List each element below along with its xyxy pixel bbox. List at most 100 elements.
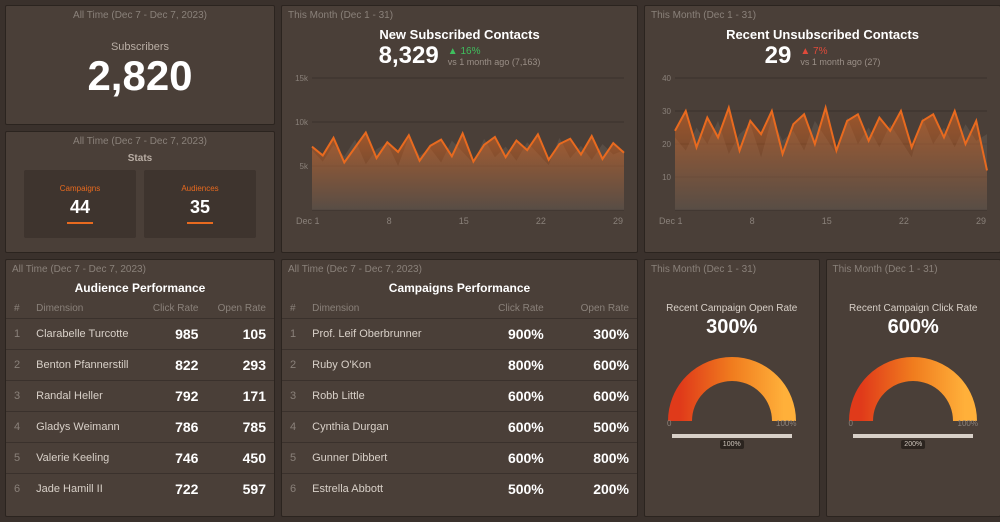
table-row[interactable]: 3 Robb Little 600% 600% [282, 381, 637, 412]
delta-pct: 7% [813, 46, 827, 57]
chart-big-value: 8,329 [379, 42, 439, 70]
chart-big-value: 29 [765, 42, 792, 70]
chart-title: New Subscribed Contacts [282, 27, 637, 42]
cell-index: 3 [282, 381, 304, 412]
x-tick: 8 [387, 216, 392, 226]
cell-open-rate: 200% [552, 474, 637, 505]
stat-campaigns[interactable]: Campaigns 44 [24, 170, 136, 238]
cell-dimension: Gunner Dibbert [304, 443, 470, 474]
table-row[interactable]: 2 Ruby O'Kon 800% 600% [282, 350, 637, 381]
cell-open-rate: 800% [552, 443, 637, 474]
audience-table: # Dimension Click Rate Open Rate 1 Clara… [6, 299, 274, 504]
cell-open-rate: 600% [552, 350, 637, 381]
table-body: 1 Prof. Leif Oberbrunner 900% 300% 2 Rub… [282, 319, 637, 505]
chart-title: Recent Unsubscribed Contacts [645, 27, 1000, 42]
gauge-title: Recent Campaign Open Rate [645, 303, 819, 314]
cell-open-rate: 600% [552, 381, 637, 412]
range-label: All Time (Dec 7 - Dec 7, 2023) [6, 132, 274, 151]
gauge-chart[interactable] [662, 347, 802, 425]
range-label: This Month (Dec 1 - 31) [645, 6, 1000, 25]
col-dimension[interactable]: Dimension [28, 299, 142, 319]
cell-open-rate: 450 [206, 443, 274, 474]
cell-click-rate: 600% [470, 443, 552, 474]
delta-block: ▲ 7% vs 1 month ago (27) [800, 46, 880, 67]
subscribers-card: All Time (Dec 7 - Dec 7, 2023) Subscribe… [5, 5, 275, 125]
audience-table-card: All Time (Dec 7 - Dec 7, 2023) Audience … [5, 259, 275, 517]
x-tick: Dec 1 [659, 216, 683, 226]
range-label: This Month (Dec 1 - 31) [827, 260, 1000, 279]
gauge-bar-fill [853, 434, 973, 438]
cell-open-rate: 300% [552, 319, 637, 350]
table-row[interactable]: 3 Randal Heller 792 171 [6, 381, 274, 412]
x-tick: 29 [613, 216, 623, 226]
col-dimension[interactable]: Dimension [304, 299, 470, 319]
table-row[interactable]: 6 Estrella Abbott 500% 200% [282, 474, 637, 505]
gauge-title: Recent Campaign Click Rate [827, 303, 1000, 314]
accent-bar [187, 222, 213, 224]
open-rate-gauge-card: This Month (Dec 1 - 31) Recent Campaign … [644, 259, 820, 517]
gauge-scale: 0 100% [827, 419, 1000, 428]
cell-index: 6 [6, 474, 28, 505]
stats-title: Stats [6, 153, 274, 164]
accent-bar [67, 222, 93, 224]
delta-sub: vs 1 month ago (27) [800, 57, 880, 67]
x-axis-ticks: Dec 18152229 [645, 214, 1000, 230]
x-tick: 29 [976, 216, 986, 226]
stat-audiences[interactable]: Audiences 35 [144, 170, 256, 238]
table-row[interactable]: 1 Clarabelle Turcotte 985 105 [6, 319, 274, 350]
x-tick: 22 [536, 216, 546, 226]
col-index[interactable]: # [282, 299, 304, 319]
cell-dimension: Clarabelle Turcotte [28, 319, 142, 350]
table-row[interactable]: 1 Prof. Leif Oberbrunner 900% 300% [282, 319, 637, 350]
cell-index: 1 [6, 319, 28, 350]
gauge-max: 100% [776, 419, 796, 428]
cell-index: 4 [6, 412, 28, 443]
cell-click-rate: 985 [142, 319, 207, 350]
x-tick: 8 [750, 216, 755, 226]
stat-label: Audiences [181, 184, 218, 193]
table-title: Campaigns Performance [282, 281, 637, 295]
cell-index: 5 [6, 443, 28, 474]
gauge-secondary-bar: 200% [853, 434, 973, 438]
col-index[interactable]: # [6, 299, 28, 319]
gauge-chart[interactable] [843, 347, 983, 425]
area-chart[interactable]: 5k10k15k [290, 74, 630, 214]
gauge-min: 0 [667, 419, 671, 428]
gauge-value: 600% [827, 316, 1000, 339]
cell-dimension: Jade Hamill II [28, 474, 142, 505]
area-chart[interactable]: 10203040 [653, 74, 993, 214]
cell-click-rate: 500% [470, 474, 552, 505]
col-click-rate[interactable]: Click Rate [470, 299, 552, 319]
cell-dimension: Valerie Keeling [28, 443, 142, 474]
campaigns-table: # Dimension Click Rate Open Rate 1 Prof.… [282, 299, 637, 504]
stat-value: 44 [70, 197, 90, 218]
gauge-max: 100% [958, 419, 978, 428]
table-row[interactable]: 5 Gunner Dibbert 600% 800% [282, 443, 637, 474]
cell-click-rate: 786 [142, 412, 207, 443]
gauge-scale: 0 100% [645, 419, 819, 428]
unsubscribed-card: This Month (Dec 1 - 31) Recent Unsubscri… [644, 5, 1000, 253]
trend-down-icon: ▲ 7% [800, 46, 827, 57]
gauge-row: This Month (Dec 1 - 31) Recent Campaign … [644, 259, 1000, 517]
new-subscribed-card: This Month (Dec 1 - 31) New Subscribed C… [281, 5, 638, 253]
table-row[interactable]: 2 Benton Pfannerstill 822 293 [6, 350, 274, 381]
table-row[interactable]: 5 Valerie Keeling 746 450 [6, 443, 274, 474]
table-row[interactable]: 4 Gladys Weimann 786 785 [6, 412, 274, 443]
col-open-rate[interactable]: Open Rate [206, 299, 274, 319]
cell-open-rate: 597 [206, 474, 274, 505]
table-row[interactable]: 4 Cynthia Durgan 600% 500% [282, 412, 637, 443]
cell-click-rate: 822 [142, 350, 207, 381]
gauge-bar-label: 200% [901, 440, 925, 449]
trend-up-icon: ▲ 16% [448, 46, 481, 57]
cell-dimension: Benton Pfannerstill [28, 350, 142, 381]
delta-sub: vs 1 month ago (7,163) [448, 57, 541, 67]
col-click-rate[interactable]: Click Rate [142, 299, 207, 319]
cell-index: 3 [6, 381, 28, 412]
table-row[interactable]: 6 Jade Hamill II 722 597 [6, 474, 274, 505]
svg-text:10: 10 [662, 173, 671, 182]
cell-dimension: Prof. Leif Oberbrunner [304, 319, 470, 350]
cell-open-rate: 105 [206, 319, 274, 350]
subscribers-value: 2,820 [6, 53, 274, 99]
col-open-rate[interactable]: Open Rate [552, 299, 637, 319]
svg-text:10k: 10k [295, 118, 309, 127]
